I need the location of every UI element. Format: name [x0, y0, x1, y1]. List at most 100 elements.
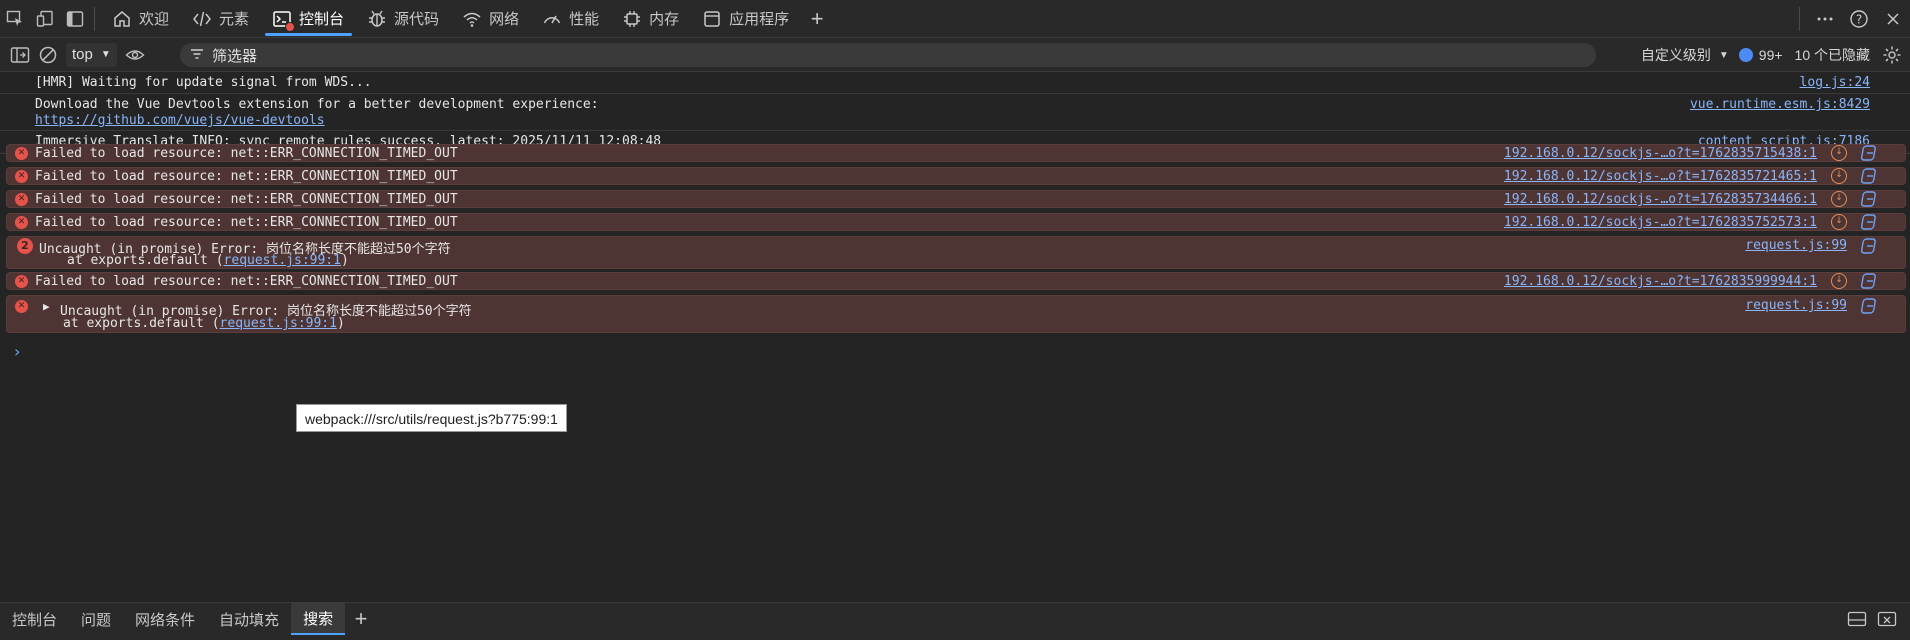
filter-input[interactable]: 筛选器: [180, 43, 1596, 67]
message-source-link[interactable]: 192.168.0.12/sockjs-…o?t=1762835715438:1: [1504, 146, 1817, 161]
live-expression-eye-icon[interactable]: [121, 38, 149, 72]
plus-icon: +: [354, 606, 368, 631]
stack-prefix: at exports.default (: [63, 316, 220, 331]
console-messages: [HMR] Waiting for update signal from WDS…: [0, 72, 1910, 602]
console-message: [HMR] Waiting for update signal from WDS…: [0, 72, 1910, 94]
inspect-element-icon[interactable]: [0, 0, 30, 38]
message-source-link[interactable]: vue.runtime.esm.js:8429: [1690, 97, 1870, 112]
topbar-actions: ?: [1799, 0, 1910, 38]
copilot-explain-icon[interactable]: [1860, 190, 1879, 208]
toolbar-separator: [94, 6, 95, 31]
error-icon: ✕: [15, 275, 28, 288]
message-source-link[interactable]: 192.168.0.12/sockjs-…o?t=1762835752573:1: [1504, 215, 1817, 230]
message-source-link[interactable]: request.js:99: [1745, 298, 1847, 313]
message-source-link[interactable]: 192.168.0.12/sockjs-…o?t=1762835734466:1: [1504, 192, 1817, 207]
error-icon: ✕: [15, 193, 28, 206]
drawer-tab-console[interactable]: 控制台: [0, 603, 69, 635]
close-drawer-icon[interactable]: [1872, 607, 1902, 631]
tab-welcome[interactable]: 欢迎: [101, 0, 181, 38]
tab-label: 元素: [219, 11, 250, 28]
stack-link[interactable]: request.js:99:1: [224, 253, 341, 268]
close-icon[interactable]: [1876, 0, 1910, 38]
message-text: Failed to load resource: net::ERR_CONNEC…: [35, 192, 458, 207]
app-icon: [701, 8, 723, 30]
issues-counter[interactable]: 99+: [1738, 47, 1783, 63]
message-source-link[interactable]: log.js:24: [1800, 75, 1870, 90]
stack-link[interactable]: request.js:99:1: [220, 316, 337, 331]
error-badge-icon: [285, 21, 296, 32]
filter-placeholder: 筛选器: [212, 47, 258, 65]
drawer-tab-search[interactable]: 搜索: [291, 603, 346, 635]
tab-label: 内存: [649, 11, 680, 28]
add-tab-button[interactable]: +: [801, 0, 833, 38]
error-icon: ✕: [15, 300, 28, 313]
network-request-icon[interactable]: ↓: [1831, 168, 1847, 184]
tab-label: 性能: [569, 11, 600, 28]
copilot-explain-icon[interactable]: [1860, 167, 1879, 185]
gauge-icon: [541, 8, 563, 30]
console-settings-gear-icon[interactable]: [1878, 38, 1906, 72]
device-emulation-icon[interactable]: [30, 0, 60, 38]
help-icon[interactable]: ?: [1842, 0, 1876, 38]
toolbar-right: 自定义级别 ▼ 99+ 10 个已隐藏: [1641, 38, 1910, 72]
dock-side-icon[interactable]: [60, 0, 90, 38]
error-icon: ✕: [15, 147, 28, 160]
copilot-explain-icon[interactable]: [1860, 237, 1879, 255]
drawer-tab-autofill[interactable]: 自动填充: [207, 603, 291, 635]
console-error-message: ✕ Failed to load resource: net::ERR_CONN…: [6, 167, 1906, 185]
console-error-message: ✕ Failed to load resource: net::ERR_CONN…: [6, 213, 1906, 231]
copilot-explain-icon[interactable]: [1860, 272, 1879, 290]
tab-network[interactable]: 网络: [451, 0, 531, 38]
dock-drawer-icon[interactable]: [1842, 607, 1872, 631]
console-error-message: ✕ Failed to load resource: net::ERR_CONN…: [6, 190, 1906, 208]
message-text: Failed to load resource: net::ERR_CONNEC…: [35, 169, 458, 184]
network-request-icon[interactable]: ↓: [1831, 214, 1847, 230]
copilot-explain-icon[interactable]: [1860, 297, 1879, 315]
tab-application[interactable]: 应用程序: [691, 0, 801, 38]
chip-icon: [621, 8, 643, 30]
copilot-explain-icon[interactable]: [1860, 144, 1879, 162]
more-options-icon[interactable]: [1808, 0, 1842, 38]
drawer-tab-network-conditions[interactable]: 网络条件: [123, 603, 207, 635]
message-source-link[interactable]: 192.168.0.12/sockjs-…o?t=1762835999944:1: [1504, 274, 1817, 289]
stack-suffix: ): [340, 253, 349, 268]
tab-label: 控制台: [299, 11, 345, 28]
error-icon: ✕: [15, 170, 28, 183]
filter-icon: [190, 47, 204, 64]
tab-performance[interactable]: 性能: [531, 0, 611, 38]
console-message: Download the Vue Devtools extension for …: [0, 94, 1910, 131]
network-request-icon[interactable]: ↓: [1831, 273, 1847, 289]
drawer-actions: [1842, 607, 1902, 631]
message-source-link[interactable]: 192.168.0.12/sockjs-…o?t=1762835721465:1: [1504, 169, 1817, 184]
tab-memory[interactable]: 内存: [611, 0, 691, 38]
drawer-add-tab-button[interactable]: +: [345, 603, 377, 635]
tab-sources[interactable]: 源代码: [356, 0, 451, 38]
tab-elements[interactable]: 元素: [181, 0, 261, 38]
copilot-explain-icon[interactable]: [1860, 213, 1879, 231]
message-source-link[interactable]: request.js:99: [1745, 238, 1847, 253]
wifi-icon: [461, 8, 483, 30]
console-prompt-chevron-icon[interactable]: ›: [14, 342, 20, 361]
network-request-icon[interactable]: ↓: [1831, 145, 1847, 161]
context-label: top: [72, 46, 93, 63]
log-levels-label: 自定义级别: [1640, 47, 1711, 63]
context-selector[interactable]: top ▼: [66, 42, 117, 67]
sidebar-toggle-icon[interactable]: [6, 38, 34, 72]
drawer-tab-issues[interactable]: 问题: [69, 603, 123, 635]
console-toolbar: top ▼ 筛选器 自定义级别 ▼ 99+ 10 个已隐藏: [0, 38, 1910, 72]
tab-console[interactable]: 控制台: [261, 0, 356, 38]
console-error-message: 2 Uncaught (in promise) Error: 岗位名称长度不能超…: [6, 236, 1906, 269]
log-levels-dropdown[interactable]: 自定义级别 ▼: [1641, 45, 1729, 65]
stack-trace-line: at exports.default (request.js:99:1): [63, 316, 345, 331]
bug-icon: [366, 8, 388, 30]
network-request-icon[interactable]: ↓: [1831, 191, 1847, 207]
message-link[interactable]: https://github.com/vuejs/vue-devtools: [35, 113, 325, 128]
bottom-drawer: 控制台 问题 网络条件 自动填充 搜索 +: [0, 602, 1910, 640]
clear-console-icon[interactable]: [34, 38, 62, 72]
issues-chat-icon: [1738, 48, 1753, 62]
repeat-count-badge: 2: [17, 238, 33, 254]
devtools-tab-bar: 欢迎 元素 控制台 源代码 网络 性能 内存 应用程序 + ?: [0, 0, 1910, 38]
console-error-message: ✕ Failed to load resource: net::ERR_CONN…: [6, 272, 1906, 290]
expand-triangle-icon[interactable]: ▶: [43, 300, 50, 313]
tab-label: 应用程序: [729, 11, 790, 28]
